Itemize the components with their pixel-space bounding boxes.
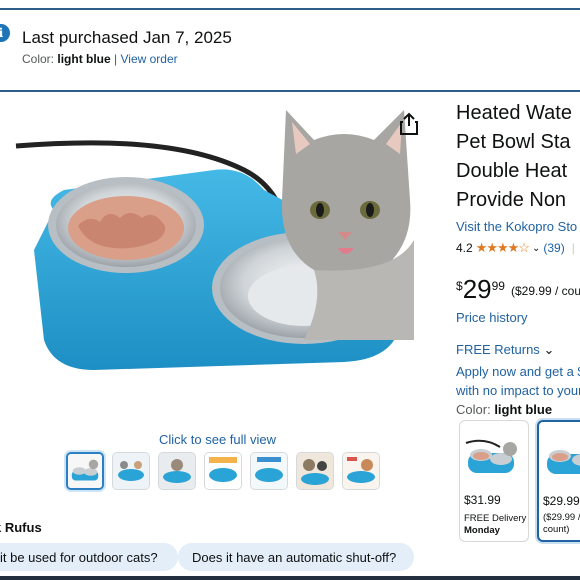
store-link[interactable]: Visit the Kokopro Sto [456,219,577,234]
variant-1-image [464,429,522,485]
info-icon: i [0,24,10,42]
price-per-unit: ($29.99 / cou [510,284,580,298]
price-whole: 29 [462,274,492,304]
share-icon[interactable] [398,112,420,136]
price: $ 29 99 ($29.99 / cou [456,276,580,302]
thumbnail-7[interactable] [342,452,380,490]
thumbnail-5-image [251,453,287,489]
rating-value: 4.2 [456,241,473,255]
variant-2-unit: count) [543,524,570,535]
offer-line-1: Apply now and get a $ [456,364,580,379]
color-value: light blue [57,52,111,66]
separator: | [114,52,118,66]
price-symbol: $ [456,279,463,293]
thumbnail-4-image [205,453,241,489]
ask-rufus-label: k Rufus [0,520,42,535]
offer-line-2: with no impact to your [456,383,580,398]
thumbnail-2-image [113,453,149,489]
thumbnail-4[interactable] [204,452,242,490]
thumbnail-6-image [297,453,333,489]
thumbnail-1[interactable] [66,452,104,490]
product-title-line-2: Pet Bowl Sta [456,131,571,153]
thumbnail-3-image [159,453,195,489]
section-divider [0,90,580,92]
thumbnail-5[interactable] [250,452,288,490]
variant-1-delivery-day: Monday [464,525,500,536]
color-label: Color: [22,52,55,66]
product-title-line-3: Double Heat [456,160,568,182]
selected-color-label: Color: light blue [456,402,552,417]
click-to-see-full-view-link[interactable]: Click to see full view [159,432,276,447]
thumbnail-7-image [343,453,379,489]
rufus-question-chip-2[interactable]: Does it have an automatic shut-off? [178,543,414,571]
credit-card-offer-link[interactable]: Apply now and get a $ with no impact to … [456,362,580,400]
color-label: Color: [456,402,491,417]
variant-1-delivery: FREE Delivery [464,513,527,524]
last-purchased-title: Last purchased Jan 7, 2025 [22,28,232,47]
product-title-line-4: Provide Non [456,189,567,211]
thumbnail-1-image [68,454,102,488]
product-main-image[interactable] [14,100,424,430]
bottom-bar [0,576,580,580]
review-count-link[interactable]: (39) [543,241,564,255]
free-returns-link[interactable]: FREE Returns ⌄ [456,342,554,358]
last-purchased-color: Color: light blue | View order [22,52,178,66]
thumbnail-6[interactable] [296,452,334,490]
view-order-link[interactable]: View order [121,52,178,66]
product-title-line-1: Heated Wate [456,102,572,124]
frame-top-line [0,8,580,10]
star-rating-icon: ★★★★☆ [475,240,530,255]
thumbnail-strip [66,452,380,490]
variant-1-price: $31.99 [464,493,501,507]
rating-row[interactable]: 4.2 ★★★★☆ ⌄ (39) | [456,240,575,256]
variant-2-unit-price: ($29.99 / [543,512,580,523]
separator: | [571,241,575,255]
chevron-down-icon: ⌄ [543,342,555,357]
chevron-down-icon: ⌄ [531,242,541,254]
free-returns-label: FREE Returns [456,342,540,357]
price-history-link[interactable]: Price history [456,310,528,325]
price-fraction: 99 [491,279,505,293]
variant-2-image [543,430,580,486]
thumbnail-3[interactable] [158,452,196,490]
rufus-question-chip-1[interactable]: it be used for outdoor cats? [0,543,178,571]
thumbnail-2[interactable] [112,452,150,490]
color-value: light blue [494,402,553,417]
variant-option-2[interactable]: $29.99 ($29.99 / count) [537,420,580,542]
variant-2-price: $29.99 [543,494,580,508]
variant-option-1[interactable]: $31.99 FREE Delivery Monday [459,420,529,542]
